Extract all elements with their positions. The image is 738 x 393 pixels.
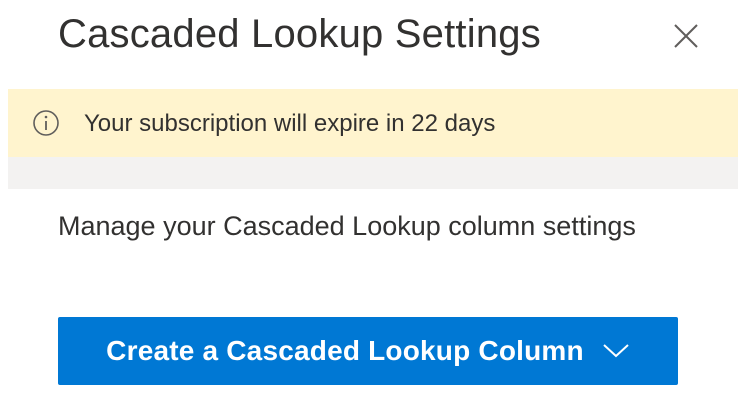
panel-title: Cascaded Lookup Settings xyxy=(58,12,541,56)
panel-header: Cascaded Lookup Settings xyxy=(0,0,738,88)
settings-description: Manage your Cascaded Lookup column setti… xyxy=(58,211,636,241)
close-icon xyxy=(674,24,698,48)
create-button-label: Create a Cascaded Lookup Column xyxy=(106,335,584,366)
subscription-warning-banner: Your subscription will expire in 22 days xyxy=(8,89,738,157)
section-divider xyxy=(8,157,738,189)
create-cascaded-lookup-column-button[interactable]: Create a Cascaded Lookup Column xyxy=(58,317,678,385)
close-button[interactable] xyxy=(668,18,704,54)
chevron-down-icon xyxy=(603,344,629,358)
settings-panel: Cascaded Lookup Settings Your subscripti… xyxy=(0,0,738,393)
banner-message: Your subscription will expire in 22 days xyxy=(84,110,496,137)
info-icon xyxy=(33,110,59,136)
